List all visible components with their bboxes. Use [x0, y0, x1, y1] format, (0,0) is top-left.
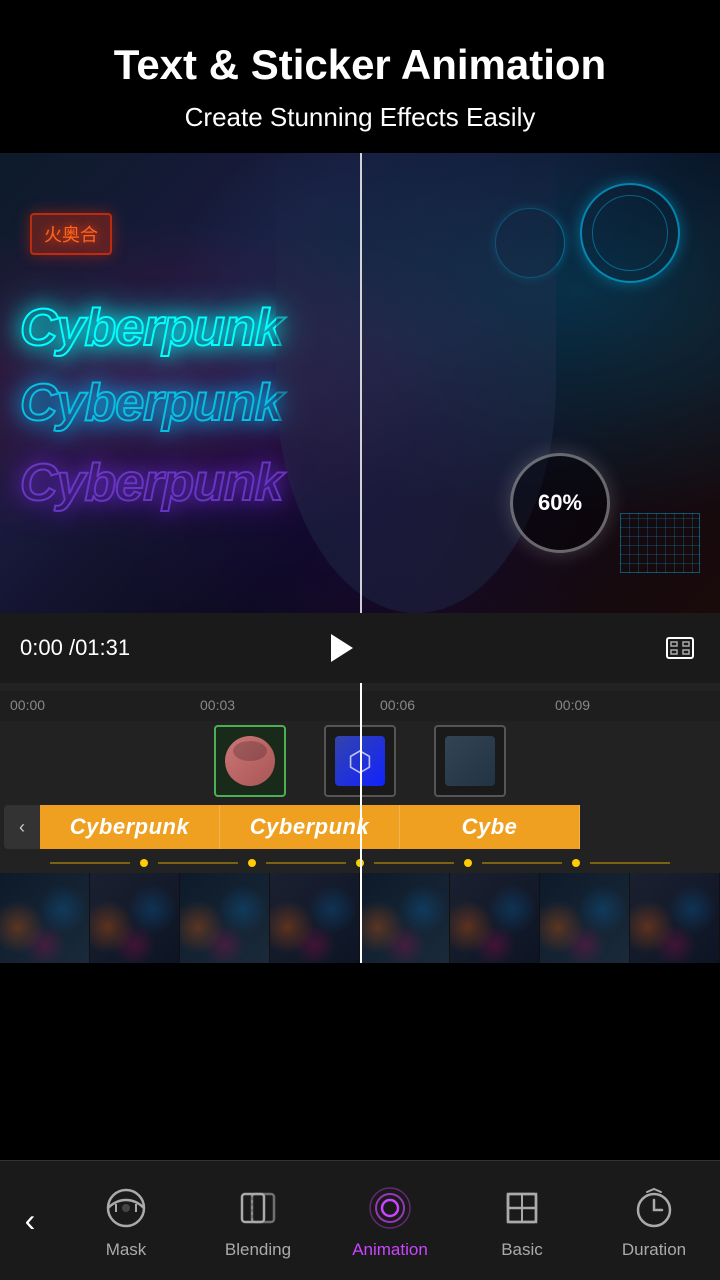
sticker-frame-glasses[interactable] — [324, 725, 396, 797]
dot-line-6 — [590, 862, 670, 864]
dot-1 — [140, 859, 148, 867]
sticker-connector-3 — [469, 795, 471, 797]
sticker-row — [0, 721, 720, 801]
fullscreen-icon — [666, 637, 694, 659]
ruler-mark-1: 00:03 — [200, 697, 235, 713]
ruler-mark-0: 00:00 — [10, 697, 45, 713]
dot-2 — [248, 859, 256, 867]
ruler-mark-2: 00:06 — [380, 697, 415, 713]
sticker-face-thumbnail — [225, 736, 275, 786]
text-segment-2[interactable]: Cyberpunk — [220, 805, 400, 849]
sticker-frame-face[interactable] — [214, 725, 286, 797]
mask-label: Mask — [106, 1240, 147, 1260]
sticker-frame-card[interactable] — [434, 725, 506, 797]
video-background: 火奥合 Cyberpunk Cyberpunk Cyberpunk 60% — [0, 153, 720, 613]
controls-bar: 0:00 /01:31 — [0, 613, 720, 683]
blending-icon — [232, 1182, 284, 1234]
sticker-glasses-thumbnail — [335, 736, 385, 786]
text-track-segments: Cyberpunk Cyberpunk Cybe — [40, 805, 720, 849]
timeline-ruler: 00:00 00:03 00:06 00:09 — [0, 691, 720, 721]
mask-icon — [100, 1182, 152, 1234]
dot-5 — [572, 859, 580, 867]
toolbar-item-basic[interactable]: Basic — [456, 1161, 588, 1280]
person-silhouette — [276, 153, 556, 613]
dot-4 — [464, 859, 472, 867]
bottom-toolbar: ‹ Mask Blending — [0, 1160, 720, 1280]
hud-grid — [620, 513, 700, 573]
back-chevron-icon: ‹ — [25, 1202, 36, 1239]
toolbar-item-duration[interactable]: Duration — [588, 1161, 720, 1280]
duration-label: Duration — [622, 1240, 686, 1260]
page-title: Text & Sticker Animation — [30, 40, 690, 90]
film-frame-4 — [270, 873, 360, 963]
fullscreen-button[interactable] — [660, 628, 700, 668]
basic-icon — [496, 1182, 548, 1234]
percent-value: 60% — [538, 490, 582, 516]
dot-line-1 — [50, 862, 130, 864]
time-total: 01:31 — [75, 635, 130, 660]
blending-label: Blending — [225, 1240, 291, 1260]
text-track: ‹ Cyberpunk Cyberpunk Cybe — [0, 801, 720, 853]
header-section: Text & Sticker Animation Create Stunning… — [0, 0, 720, 153]
animation-icon — [364, 1182, 416, 1234]
dot-line-2 — [158, 862, 238, 864]
dot-line-3 — [266, 862, 346, 864]
film-frame-5 — [360, 873, 450, 963]
time-display: 0:00 /01:31 — [20, 635, 315, 661]
basic-label: Basic — [501, 1240, 543, 1260]
dot-3 — [356, 859, 364, 867]
dots-row — [0, 853, 720, 873]
film-frame-6 — [450, 873, 540, 963]
dot-line-5 — [482, 862, 562, 864]
play-icon — [331, 634, 353, 662]
sticker-connector-1 — [249, 795, 251, 797]
cyber-text-3: Cyberpunk — [20, 453, 283, 513]
film-frame-8 — [630, 873, 720, 963]
dot-line-4 — [374, 862, 454, 864]
time-current: 0:00 — [20, 635, 63, 660]
page-subtitle: Create Stunning Effects Easily — [30, 102, 690, 133]
video-playhead — [360, 153, 362, 613]
film-frame-1 — [0, 873, 90, 963]
track-back-button[interactable]: ‹ — [4, 805, 40, 849]
film-frame-3 — [180, 873, 270, 963]
animation-label: Animation — [352, 1240, 428, 1260]
ruler-mark-3: 00:09 — [555, 697, 590, 713]
time-separator: / — [63, 635, 75, 660]
back-button[interactable]: ‹ — [0, 1161, 60, 1280]
filmstrip — [0, 873, 720, 963]
toolbar-item-mask[interactable]: Mask — [60, 1161, 192, 1280]
cyber-text-1: Cyberpunk — [20, 298, 283, 358]
film-frame-2 — [90, 873, 180, 963]
film-frame-7 — [540, 873, 630, 963]
sticker-connector-2 — [359, 795, 361, 797]
text-segment-3[interactable]: Cybe — [400, 805, 580, 849]
cyber-text-2: Cyberpunk — [20, 373, 283, 433]
video-preview: 火奥合 Cyberpunk Cyberpunk Cyberpunk 60% — [0, 153, 720, 613]
text-segment-1[interactable]: Cyberpunk — [40, 805, 220, 849]
play-button[interactable] — [315, 623, 365, 673]
toolbar-item-blending[interactable]: Blending — [192, 1161, 324, 1280]
hud-circle-1 — [580, 183, 680, 283]
duration-icon — [628, 1182, 680, 1234]
sticker-card-thumbnail — [445, 736, 495, 786]
neon-sign: 火奥合 — [30, 213, 112, 255]
timeline[interactable]: 00:00 00:03 00:06 00:09 ‹ Cyberpunk Cybe… — [0, 683, 720, 963]
toolbar-item-animation[interactable]: Animation — [324, 1161, 456, 1280]
percent-indicator: 60% — [510, 453, 610, 553]
